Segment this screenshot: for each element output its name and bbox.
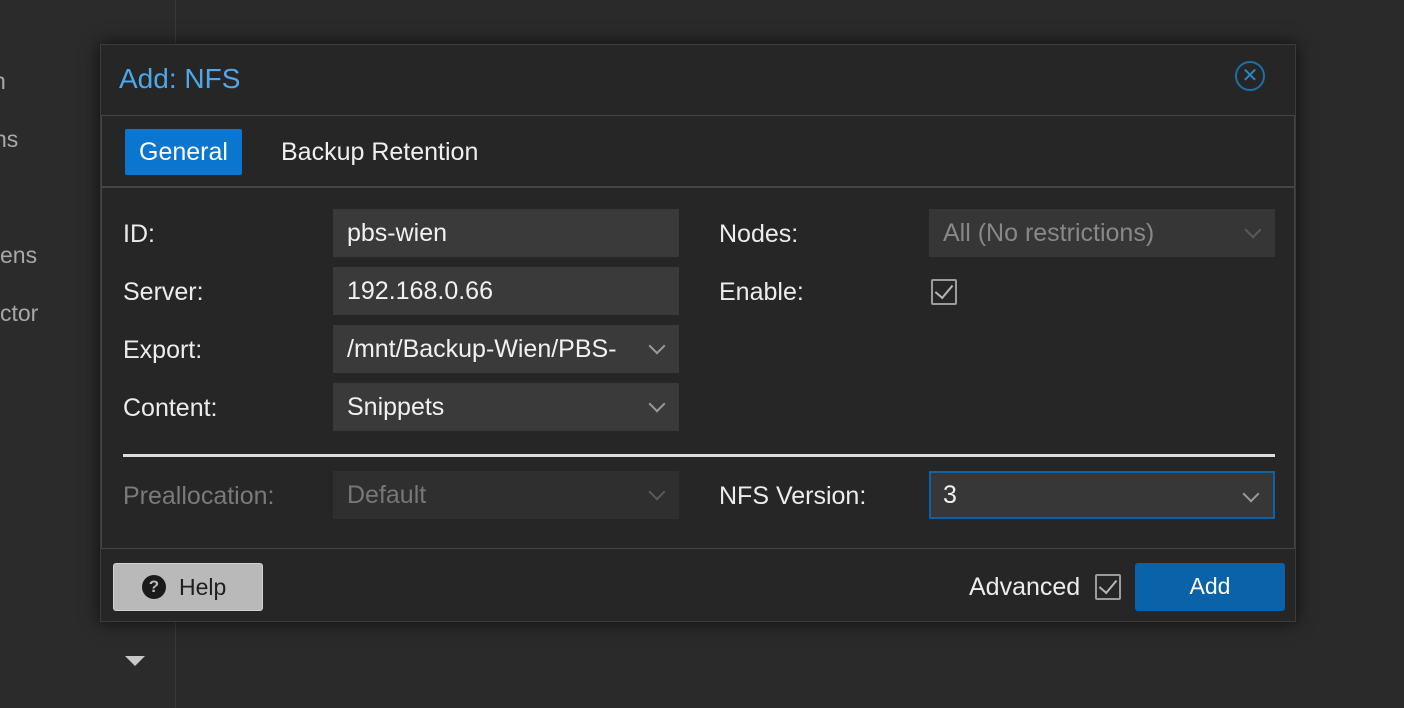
add-nfs-dialog: Add: NFS ✕ General Backup Retention ID: … bbox=[100, 44, 1296, 622]
tab-bar: General Backup Retention bbox=[102, 116, 1294, 188]
chevron-down-icon bbox=[1242, 485, 1260, 503]
server-label: Server: bbox=[123, 278, 204, 306]
id-input[interactable]: pbs-wien bbox=[333, 209, 679, 257]
server-input[interactable]: 192.168.0.66 bbox=[333, 267, 679, 315]
question-circle-icon: ? bbox=[142, 575, 166, 599]
chevron-down-icon bbox=[648, 337, 666, 355]
export-label: Export: bbox=[123, 336, 203, 364]
help-button[interactable]: ? Help bbox=[113, 563, 263, 611]
scroll-down-arrow-icon[interactable] bbox=[125, 656, 145, 666]
chevron-down-icon bbox=[648, 395, 666, 413]
close-icon[interactable]: ✕ bbox=[1235, 61, 1265, 91]
preallocation-select[interactable]: Default bbox=[333, 471, 679, 519]
advanced-checkbox[interactable] bbox=[1095, 574, 1121, 600]
nodes-select[interactable]: All (No restrictions) bbox=[929, 209, 1275, 257]
tab-general[interactable]: General bbox=[125, 129, 242, 175]
chevron-down-icon bbox=[648, 483, 666, 501]
section-divider bbox=[123, 454, 1275, 457]
enable-label: Enable: bbox=[719, 278, 804, 306]
content-select[interactable]: Snippets bbox=[333, 383, 679, 431]
preallocation-label: Preallocation: bbox=[123, 482, 275, 510]
add-button[interactable]: Add bbox=[1135, 563, 1285, 611]
chevron-down-icon bbox=[1244, 221, 1262, 239]
dialog-panel: General Backup Retention ID: pbs-wien Se… bbox=[101, 115, 1295, 549]
tab-backup-retention[interactable]: Backup Retention bbox=[267, 129, 492, 175]
advanced-label: Advanced bbox=[969, 573, 1081, 601]
id-label: ID: bbox=[123, 220, 155, 248]
nfs-version-select[interactable]: 3 bbox=[929, 471, 1275, 519]
nfs-version-label: NFS Version: bbox=[719, 482, 867, 510]
export-select[interactable]: /mnt/Backup-Wien/PBS- bbox=[333, 325, 679, 373]
dialog-title: Add: NFS bbox=[119, 63, 241, 94]
nodes-label: Nodes: bbox=[719, 220, 799, 248]
content-label: Content: bbox=[123, 394, 218, 422]
enable-checkbox[interactable] bbox=[931, 279, 957, 305]
